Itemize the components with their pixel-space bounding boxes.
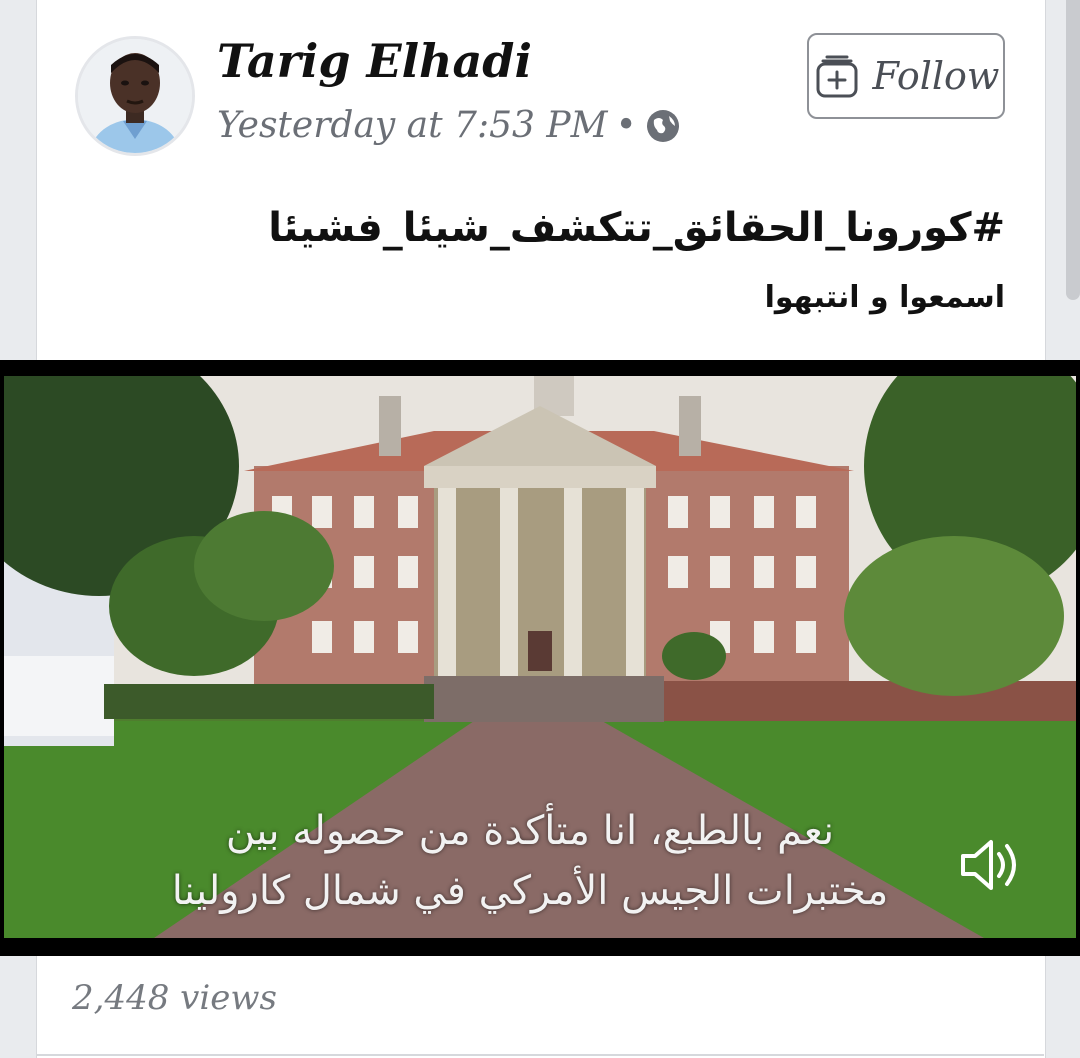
- follow-icon: [816, 55, 858, 98]
- scrollbar[interactable]: [1066, 0, 1080, 300]
- card-divider: [36, 1054, 1044, 1056]
- post-timestamp[interactable]: Yesterday at 7:53 PM: [217, 105, 607, 146]
- video-subtitle-line1: نعم بالطبع، انا متأكدة من حصوله بين: [225, 808, 835, 854]
- follow-button[interactable]: Follow: [807, 33, 1005, 119]
- author-name[interactable]: Tarig Elhadi: [217, 34, 532, 88]
- meta-separator: •: [615, 105, 637, 146]
- avatar[interactable]: [75, 36, 195, 156]
- post-hashtag[interactable]: #كورونا_الحقائق_تتكشف_شيئا_فشيئا: [268, 205, 1005, 251]
- globe-icon: [646, 109, 679, 142]
- post-text: اسمعوا و انتبهوا: [764, 280, 1005, 315]
- view-count: 2,448 views: [72, 978, 277, 1018]
- video-player[interactable]: نعم بالطبع، انا متأكدة من حصوله بين مختب…: [0, 360, 1080, 956]
- video-subtitle-line2: مختبرات الجيس الأمركي في شمال كارولينا: [171, 868, 889, 914]
- speaker-icon[interactable]: [955, 830, 1025, 900]
- follow-label: Follow: [872, 54, 1000, 98]
- post-meta: Yesterday at 7:53 PM •: [217, 105, 681, 146]
